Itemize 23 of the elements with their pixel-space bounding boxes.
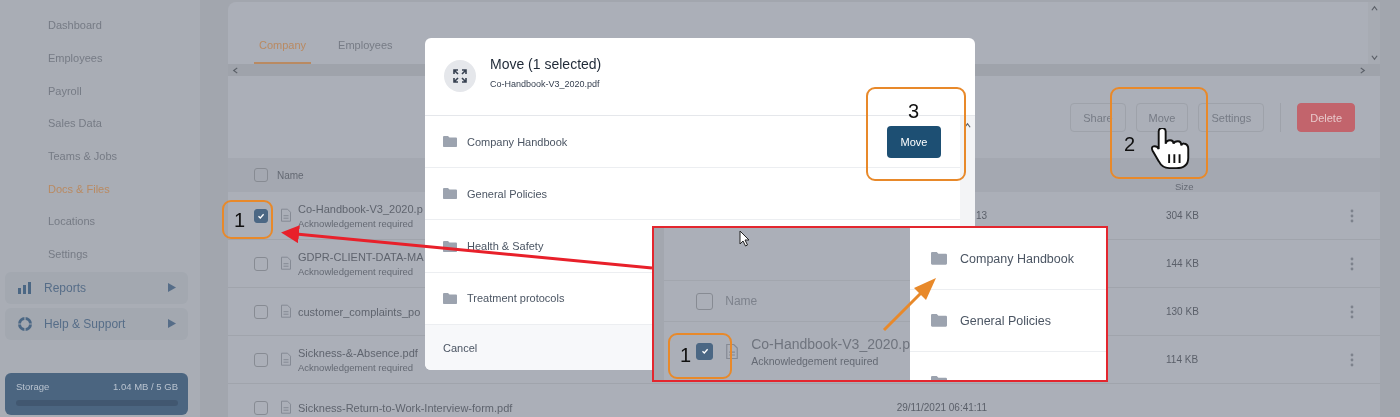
folder-label: General Policies [960, 313, 1051, 328]
file-name: Co-Handbook-V3_2020.p [751, 335, 910, 352]
file-note: Acknowledgement required [298, 217, 414, 229]
step-number: 1 [680, 345, 692, 365]
folder-label: Company Handbook [960, 251, 1074, 266]
group-label: Reports [44, 280, 88, 295]
date-cell: 13 [975, 210, 987, 221]
size-cell: 304 KB [1166, 210, 1199, 221]
group-label: Help & Support [44, 316, 127, 331]
step-number: 2 [1124, 134, 1136, 154]
step-number: 3 [908, 101, 920, 121]
storage-label: Storage [16, 381, 50, 392]
step-number: 1 [234, 210, 246, 230]
file-note: Acknowledgement required [298, 361, 414, 373]
file-note: Acknowledgement required [751, 354, 879, 367]
date-cell: 29/11/2021 06:41:11 [896, 402, 987, 413]
storage-reading: 1.04 MB / 5 GB [113, 381, 178, 392]
dialog-title: Move (1 selected) [490, 55, 602, 72]
file-note: Acknowledgement required [298, 265, 414, 277]
size-cell: 130 KB [1166, 306, 1199, 317]
size-cell: 144 KB [1166, 258, 1199, 269]
dialog-subtitle: Co-Handbook-V3_2020.pdf [490, 78, 600, 89]
size-cell: 114 KB [1166, 354, 1199, 365]
